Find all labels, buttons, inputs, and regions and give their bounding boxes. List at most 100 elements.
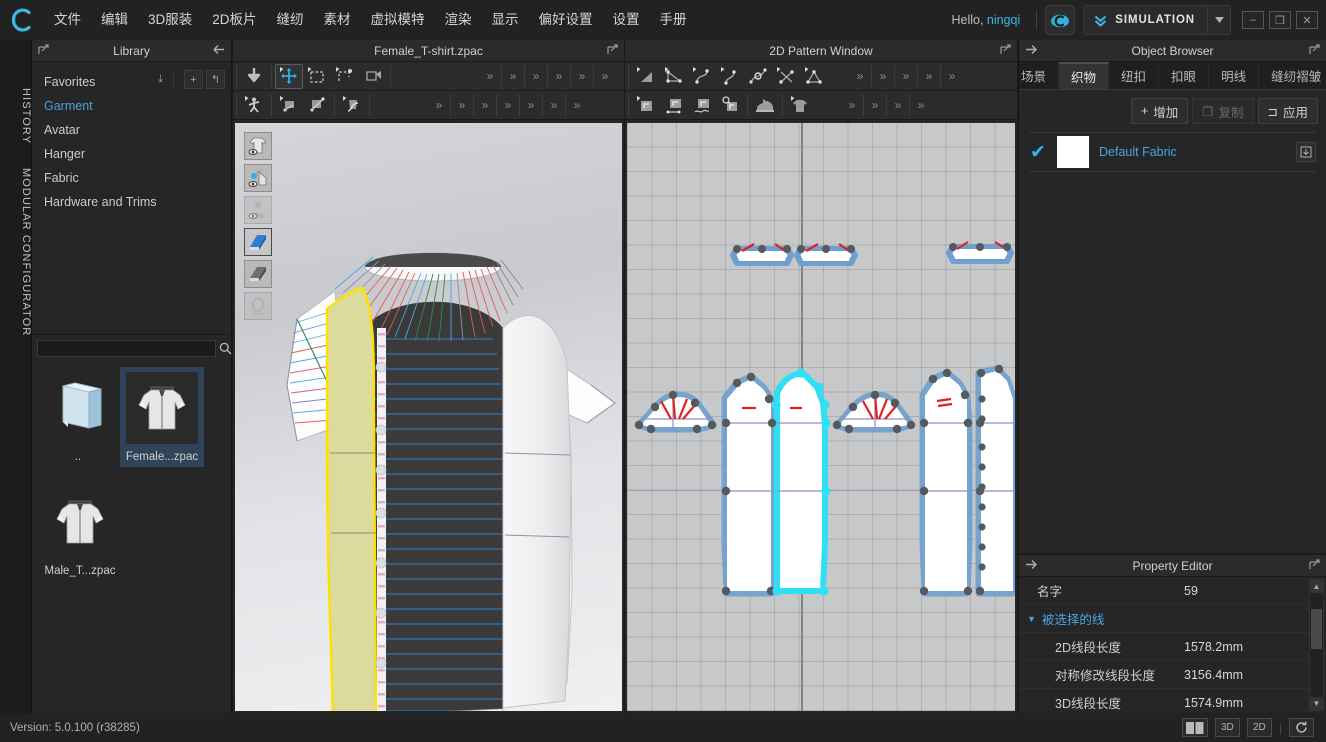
triangle-down-icon[interactable]: ▼ [1027, 614, 1036, 624]
fabric-color-swatch[interactable] [1057, 136, 1089, 168]
toolbar-overflow-chevron[interactable]: » [482, 64, 498, 88]
sidebar-item-garment[interactable]: Garment [32, 94, 231, 118]
fabric-name[interactable]: Default Fabric [1099, 145, 1286, 159]
property-value[interactable]: 1578.2mm [1184, 640, 1304, 654]
segment-tool[interactable] [800, 64, 828, 89]
search-input[interactable] [37, 340, 216, 357]
show-avatar-toggle[interactable] [244, 196, 272, 224]
mode-selector[interactable]: SIMULATION [1083, 5, 1231, 35]
toolbar-overflow-chevron[interactable]: » [875, 64, 891, 88]
sew-tool[interactable] [632, 93, 660, 118]
toolbar-overflow-chevron[interactable]: » [505, 64, 521, 88]
select-mesh-box-tool[interactable] [303, 64, 331, 89]
property-row-name[interactable]: 名字 59 [1019, 577, 1326, 605]
view-3d-button[interactable]: 3D [1215, 718, 1240, 737]
list-item[interactable]: Male_T...zpac [38, 481, 122, 581]
menu-item-3d-garment[interactable]: 3D服装 [138, 0, 202, 40]
toolbar-overflow-chevron[interactable]: » [431, 93, 447, 117]
fabric-checked-icon[interactable]: ✔ [1029, 143, 1047, 162]
segment-sew-tool[interactable] [660, 93, 688, 118]
toolbar-overflow-chevron[interactable]: » [844, 93, 860, 117]
clo-cloud-icon[interactable] [1045, 5, 1075, 35]
tab-buttonhole[interactable]: 扣眼 [1159, 62, 1209, 89]
toolbar-overflow-chevron[interactable]: » [500, 93, 516, 117]
toolbar-overflow-chevron[interactable]: » [898, 64, 914, 88]
property-group-selected-line[interactable]: ▼ 被选择的线 [1019, 605, 1326, 633]
transform-move-tool[interactable] [275, 64, 303, 89]
tab-fabric[interactable]: 织物 [1059, 62, 1109, 89]
sidebar-item-hardware-and-trims[interactable]: Hardware and Trims [32, 190, 231, 214]
free-sew-tool[interactable] [688, 93, 716, 118]
toolbar-overflow-chevron[interactable]: » [890, 93, 906, 117]
tab-topstitch[interactable]: 明线 [1209, 62, 1259, 89]
property-editor-scrollbar[interactable]: ▲ ▼ [1309, 579, 1324, 711]
pleat-tool[interactable] [303, 93, 331, 118]
pin-tool[interactable] [359, 64, 387, 89]
caret-down-icon[interactable] [1208, 17, 1230, 23]
tab-scene[interactable]: 场景 [1019, 62, 1059, 89]
table-row[interactable]: ✔ Default Fabric [1019, 133, 1326, 171]
polygon-tool[interactable] [632, 64, 660, 89]
arrow-right-icon[interactable] [1025, 559, 1038, 573]
toolbar-overflow-chevron[interactable]: » [551, 64, 567, 88]
list-item[interactable]: Female...zpac [120, 367, 204, 467]
scroll-up-arrow-icon[interactable]: ▲ [1310, 580, 1323, 593]
scrollbar-thumb[interactable] [1311, 609, 1322, 649]
edit-curve-tool[interactable] [688, 64, 716, 89]
menu-item-2d-pattern[interactable]: 2D板片 [202, 0, 266, 40]
tab-sewing-pucker[interactable]: 缝纫褶皱 [1259, 62, 1326, 89]
pop-out-icon[interactable] [1000, 44, 1011, 58]
gravity-drop-tool[interactable] [240, 64, 268, 89]
toolbar-overflow-chevron[interactable]: » [867, 93, 883, 117]
edit-pattern-tool[interactable] [660, 64, 688, 89]
toolbar-overflow-chevron[interactable]: » [574, 64, 590, 88]
property-row-2d-length[interactable]: 2D线段长度 1578.2mm [1019, 633, 1326, 661]
toolbar-overflow-chevron[interactable]: » [546, 93, 562, 117]
edit-curvature-tool[interactable] [716, 64, 744, 89]
property-value[interactable]: 1574.9mm [1184, 696, 1304, 710]
add-point-split-tool[interactable] [744, 64, 772, 89]
sidebar-item-hanger[interactable]: Hanger [32, 142, 231, 166]
menu-item-display[interactable]: 显示 [482, 0, 529, 40]
menu-item-manual[interactable]: 手册 [650, 0, 697, 40]
undo-back-icon[interactable]: ↰ [206, 70, 225, 89]
tack-tool[interactable] [338, 93, 366, 118]
menu-item-material[interactable]: 素材 [314, 0, 361, 40]
show-fabric-texture-toggle[interactable] [244, 228, 272, 256]
2d-pattern-canvas[interactable] [627, 123, 1015, 711]
window-maximize-button[interactable]: ❐ [1269, 11, 1291, 29]
window-close-button[interactable]: ✕ [1296, 11, 1318, 29]
menu-item-preferences[interactable]: 偏好设置 [529, 0, 603, 40]
show-garment-toggle[interactable] [244, 132, 272, 160]
toolbar-overflow-chevron[interactable]: » [597, 64, 613, 88]
fold-unfold-tool[interactable] [772, 64, 800, 89]
apply-fabric-button[interactable]: ⊐ 应用 [1258, 98, 1319, 124]
pop-out-icon[interactable] [607, 44, 618, 58]
view-2d-button[interactable]: 2D [1247, 718, 1272, 737]
property-value[interactable]: 59 [1184, 584, 1304, 598]
3d-viewport[interactable] [235, 123, 622, 711]
save-fabric-icon[interactable] [1296, 142, 1316, 162]
show-shading-toggle[interactable] [244, 260, 272, 288]
rail-tab-modular-configurator[interactable]: MODULAR CONFIGURATOR [0, 168, 32, 336]
menu-item-sewing[interactable]: 缝纫 [267, 0, 314, 40]
window-minimize-button[interactable]: – [1242, 11, 1264, 29]
sidebar-item-fabric[interactable]: Fabric [32, 166, 231, 190]
toolbar-overflow-chevron[interactable]: » [944, 64, 960, 88]
toolbar-overflow-chevron[interactable]: » [528, 64, 544, 88]
menu-item-avatar[interactable]: 虚拟模特 [361, 0, 435, 40]
reset-view-button[interactable] [1289, 718, 1314, 737]
menu-item-render[interactable]: 渲染 [435, 0, 482, 40]
search-icon[interactable] [219, 339, 232, 357]
menu-item-settings[interactable]: 设置 [603, 0, 650, 40]
select-mesh-tool[interactable] [331, 64, 359, 89]
add-icon[interactable]: + [184, 70, 203, 89]
scroll-down-arrow-icon[interactable]: ▼ [1310, 697, 1323, 710]
flatten-tool[interactable] [786, 93, 814, 118]
arrow-right-icon[interactable] [1025, 44, 1038, 58]
add-fabric-button[interactable]: + 增加 [1131, 98, 1188, 124]
download-icon[interactable]: ⤓ [151, 70, 170, 89]
inspect-sew-tool[interactable] [716, 93, 744, 118]
duplicate-fabric-button[interactable]: ❐ 复制 [1192, 98, 1253, 124]
arrow-left-icon[interactable] [213, 44, 225, 58]
